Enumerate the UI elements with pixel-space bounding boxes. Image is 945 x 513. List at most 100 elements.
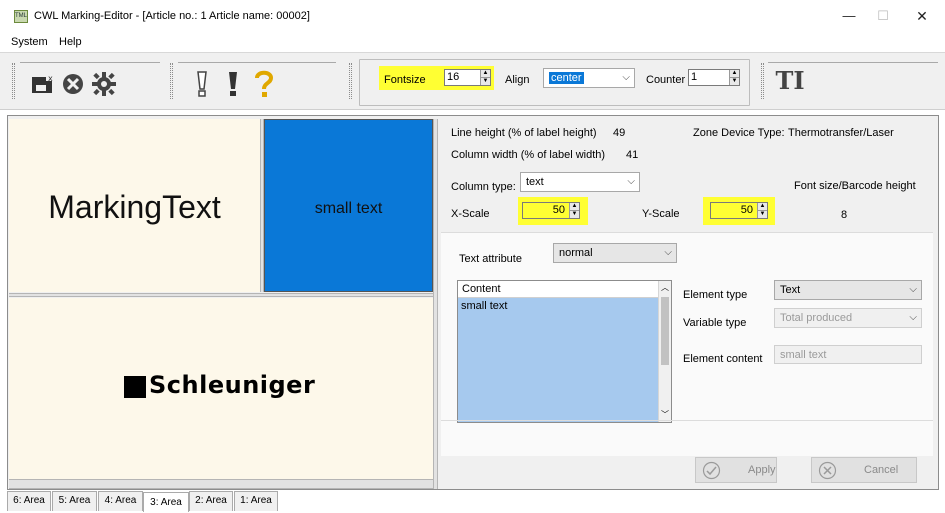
xscale-spinner[interactable]: 50 ▲ ▼ [522, 202, 580, 219]
apply-button[interactable]: Apply [695, 457, 777, 483]
align-select[interactable]: center ⌵ [543, 68, 635, 88]
element-panel: Text attribute normal ⌵ Content small te… [441, 232, 933, 483]
element-content-field: small text [774, 345, 922, 364]
chevron-down-icon: ⌵ [909, 284, 917, 295]
column-type-value: text [526, 176, 544, 188]
toolbar-divider [768, 62, 938, 63]
area-marking-text[interactable]: MarkingText [9, 119, 260, 292]
text-attribute-select[interactable]: normal ⌵ [553, 243, 677, 263]
content-scrollbar[interactable]: ︿ ﹀ [658, 281, 671, 422]
warning-icon[interactable] [224, 71, 242, 97]
toolbar-divider [20, 62, 160, 63]
align-label: Align [505, 74, 530, 86]
help-question-icon[interactable] [252, 70, 276, 97]
check-icon [702, 461, 721, 480]
fontsize-spin-buttons[interactable]: ▲ ▼ [480, 70, 490, 85]
column-type-label: Column type: [451, 181, 516, 193]
element-content-label: Element content [683, 353, 763, 365]
new-label-icon[interactable]: x [28, 71, 58, 97]
variable-type-label: Variable type [683, 317, 747, 329]
window-title: CWL Marking-Editor - [Article no.: 1 Art… [34, 10, 310, 22]
settings-gear-icon[interactable] [89, 71, 119, 97]
content-list-header: Content [458, 281, 658, 298]
fontsize-spinner[interactable]: 16 ▲ ▼ [444, 69, 491, 86]
column-width-value: 41 [626, 149, 639, 161]
spin-up-icon[interactable]: ▲ [570, 203, 579, 210]
text-attribute-label: Text attribute [459, 253, 522, 265]
cancel-label: Cancel [864, 464, 899, 476]
chevron-down-icon: ⌵ [622, 72, 630, 83]
toolbar-grip[interactable] [12, 63, 15, 99]
scrollbar-thumb[interactable] [661, 297, 669, 365]
area-logo[interactable]: Schleuniger [9, 298, 433, 479]
element-type-select[interactable]: Text ⌵ [774, 280, 922, 300]
counter-spinner[interactable]: 1 ▲ ▼ [688, 69, 740, 86]
content-list[interactable]: Content small text ︿ ﹀ [457, 280, 672, 423]
chevron-up-icon[interactable]: ︿ [659, 282, 671, 293]
panel-divider [441, 420, 933, 421]
warning-outline-icon[interactable] [193, 71, 211, 97]
spin-down-icon[interactable]: ▼ [758, 210, 767, 217]
font-tool-icon[interactable]: TI [770, 66, 810, 95]
tab-area-6[interactable]: 6: Area [7, 491, 51, 511]
menu-system[interactable]: System [11, 36, 48, 48]
yscale-label: Y-Scale [642, 208, 680, 220]
menu-help[interactable]: Help [59, 36, 82, 48]
chevron-down-icon: ⌵ [909, 312, 917, 323]
fontsize-value: 16 [447, 71, 460, 83]
spin-down-icon[interactable]: ▼ [481, 77, 490, 84]
tab-area-5[interactable]: 5: Area [52, 491, 97, 511]
zone-label: Zone Device Type: [693, 127, 785, 139]
text-attribute-value: normal [559, 247, 593, 259]
spin-up-icon[interactable]: ▲ [730, 70, 739, 77]
yscale-spin-buttons[interactable]: ▲ ▼ [757, 203, 767, 218]
align-value: center [549, 72, 584, 84]
column-type-select[interactable]: text ⌵ [520, 172, 640, 192]
area-small-text[interactable]: small text [264, 119, 433, 292]
app-icon: TML [14, 10, 28, 23]
spin-down-icon[interactable]: ▼ [730, 77, 739, 84]
cancel-button[interactable]: Cancel [811, 457, 917, 483]
tab-area-3[interactable]: 3: Area [143, 492, 189, 512]
list-item[interactable]: small text [458, 298, 658, 315]
tab-area-4[interactable]: 4: Area [98, 491, 143, 511]
chevron-down-icon: ⌵ [627, 176, 635, 187]
chevron-down-icon: ⌵ [664, 247, 672, 258]
minimize-button[interactable]: — [834, 6, 864, 26]
line-height-value: 49 [613, 127, 626, 139]
splitter-panel[interactable] [433, 119, 438, 489]
delete-icon[interactable] [59, 71, 87, 97]
tab-area-2[interactable]: 2: Area [189, 491, 233, 511]
tab-area-1[interactable]: 1: Area [234, 491, 278, 511]
spin-down-icon[interactable]: ▼ [570, 210, 579, 217]
element-type-label: Element type [683, 289, 748, 301]
element-type-value: Text [780, 284, 801, 296]
yscale-value: 50 [740, 204, 753, 216]
xscale-spin-buttons[interactable]: ▲ ▼ [569, 203, 579, 218]
toolbar-grip[interactable] [761, 63, 764, 99]
maximize-button[interactable]: ☐ [868, 6, 898, 26]
column-width-label: Column width (% of label width) [451, 149, 606, 161]
spin-up-icon[interactable]: ▲ [481, 70, 490, 77]
spin-up-icon[interactable]: ▲ [758, 203, 767, 210]
logo-square-icon [124, 376, 146, 398]
splitter-horizontal[interactable] [9, 293, 433, 297]
splitter-horizontal-bottom[interactable] [9, 479, 433, 489]
toolbar-grip[interactable] [349, 63, 352, 99]
variable-type-value: Total produced [780, 312, 853, 324]
title-bar: TML CWL Marking-Editor - [Article no.: 1… [0, 0, 945, 34]
counter-value: 1 [691, 71, 698, 83]
font-size-label: Font size/Barcode height [794, 180, 916, 192]
menu-bar: System Help [0, 34, 945, 52]
fontsize-label: Fontsize [384, 74, 426, 86]
area-text-logo: Schleuniger [149, 371, 316, 399]
yscale-spinner[interactable]: 50 ▲ ▼ [710, 202, 768, 219]
svg-text:x: x [48, 74, 53, 83]
close-button[interactable]: ✕ [907, 6, 937, 26]
zone-value: Thermotransfer/Laser [788, 127, 894, 139]
counter-label: Counter [646, 74, 686, 86]
toolbar-grip[interactable] [170, 63, 173, 99]
counter-spin-buttons[interactable]: ▲ ▼ [729, 70, 739, 85]
chevron-down-icon[interactable]: ﹀ [659, 409, 671, 420]
area-text-small: small text [314, 200, 383, 217]
